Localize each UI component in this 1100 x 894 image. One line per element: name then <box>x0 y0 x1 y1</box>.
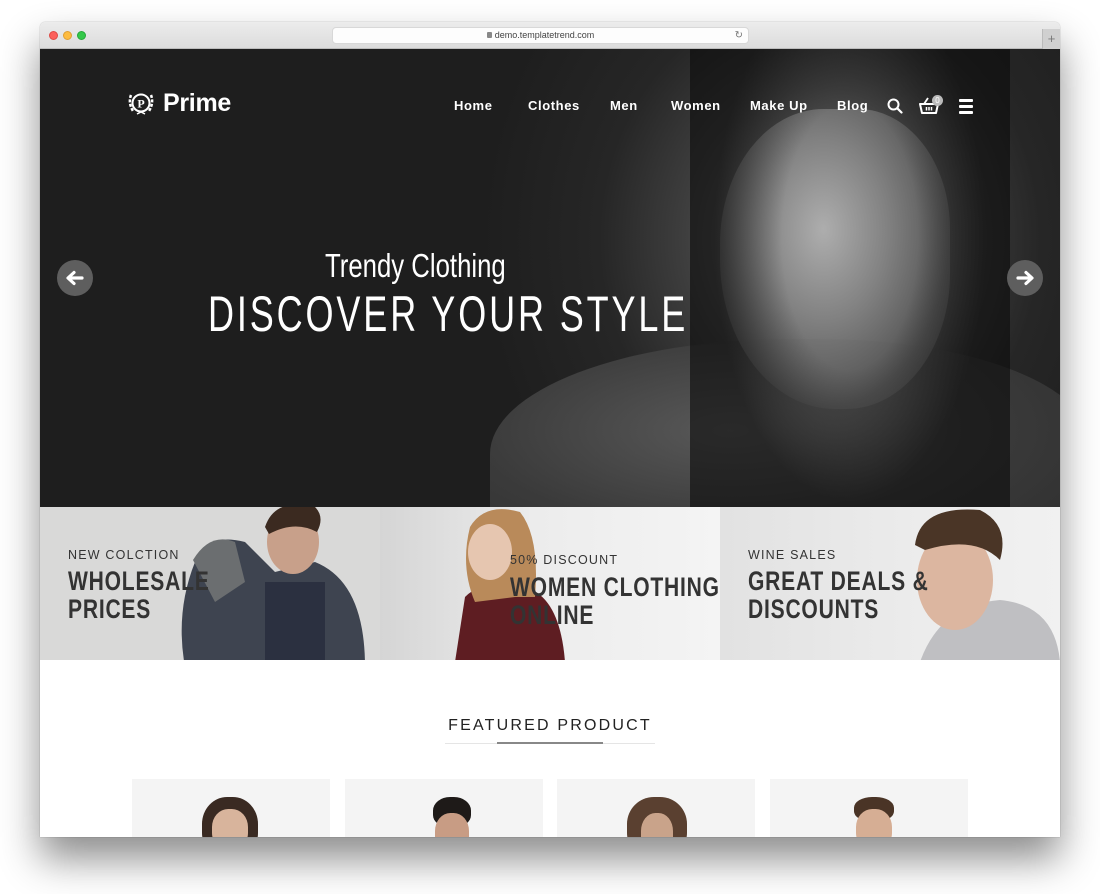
address-bar[interactable]: demo.templatetrend.com ↻ <box>332 27 749 44</box>
banner-3-title-line1: GREAT DEALS & <box>748 566 929 596</box>
new-tab-button[interactable]: + <box>1042 29 1060 49</box>
product-image-face <box>435 813 469 837</box>
product-card[interactable] <box>770 779 968 837</box>
arrow-right-icon <box>1016 270 1034 286</box>
nav-item-clothes[interactable]: Clothes <box>528 98 580 113</box>
promo-banners: NEW COLCTION WHOLESALE PRICES 50% DISCOU… <box>40 507 1060 660</box>
nav-item-make-up[interactable]: Make Up <box>750 98 808 113</box>
hero-title: DISCOVER YOUR STYLE <box>208 286 689 342</box>
slider-next-button[interactable] <box>1007 260 1043 296</box>
cart-count-badge: 0 <box>932 95 943 106</box>
hamburger-menu-icon[interactable] <box>959 99 973 119</box>
banner-3-tag: WINE SALES <box>748 548 837 562</box>
banner-1-title-line2: PRICES <box>68 594 152 624</box>
browser-window: demo.templatetrend.com ↻ + P Prime Home … <box>40 22 1060 837</box>
close-window-button[interactable] <box>49 31 58 40</box>
banner-2-title-line2: ONLINE <box>510 600 595 630</box>
product-image-face <box>212 809 248 837</box>
banner-2-tag: 50% DISCOUNT <box>510 553 619 567</box>
lock-icon <box>486 32 492 38</box>
svg-text:P: P <box>137 97 144 111</box>
product-card[interactable] <box>557 779 755 837</box>
reload-icon[interactable]: ↻ <box>735 28 743 43</box>
arrow-left-icon <box>66 270 84 286</box>
browser-titlebar: demo.templatetrend.com ↻ + <box>40 22 1060 49</box>
banner-3-title-line2: DISCOUNTS <box>748 594 880 624</box>
nav-item-men[interactable]: Men <box>610 98 638 113</box>
hero-subtitle: Trendy Clothing <box>325 247 506 284</box>
site-logo[interactable]: P Prime <box>125 88 231 118</box>
product-image-face <box>856 809 892 837</box>
nav-item-home[interactable]: Home <box>454 98 493 113</box>
banner-great-deals[interactable]: WINE SALES GREAT DEALS & DISCOUNTS <box>720 507 1060 660</box>
laurel-logo-icon: P <box>125 88 157 118</box>
product-card[interactable] <box>132 779 330 837</box>
product-card[interactable] <box>345 779 543 837</box>
banner-1-tag: NEW COLCTION <box>68 548 180 562</box>
nav-item-women[interactable]: Women <box>671 98 721 113</box>
banner-1-title-line1: WHOLESALE <box>68 566 210 596</box>
maximize-window-button[interactable] <box>77 31 86 40</box>
minimize-window-button[interactable] <box>63 31 72 40</box>
banner-2-title-line1: WOMEN CLOTHING <box>510 572 720 602</box>
heading-divider-accent <box>497 742 603 744</box>
product-image-face <box>641 813 673 837</box>
banner-women-clothing[interactable]: 50% DISCOUNT WOMEN CLOTHING ONLINE <box>380 507 720 660</box>
slider-prev-button[interactable] <box>57 260 93 296</box>
banner-wholesale[interactable]: NEW COLCTION WHOLESALE PRICES <box>40 507 380 660</box>
nav-item-blog[interactable]: Blog <box>837 98 868 113</box>
brand-name: Prime <box>163 88 231 117</box>
search-icon[interactable] <box>887 98 903 119</box>
featured-product-heading: FEATURED PRODUCT <box>448 717 652 734</box>
url-text: demo.templatetrend.com <box>494 30 595 40</box>
